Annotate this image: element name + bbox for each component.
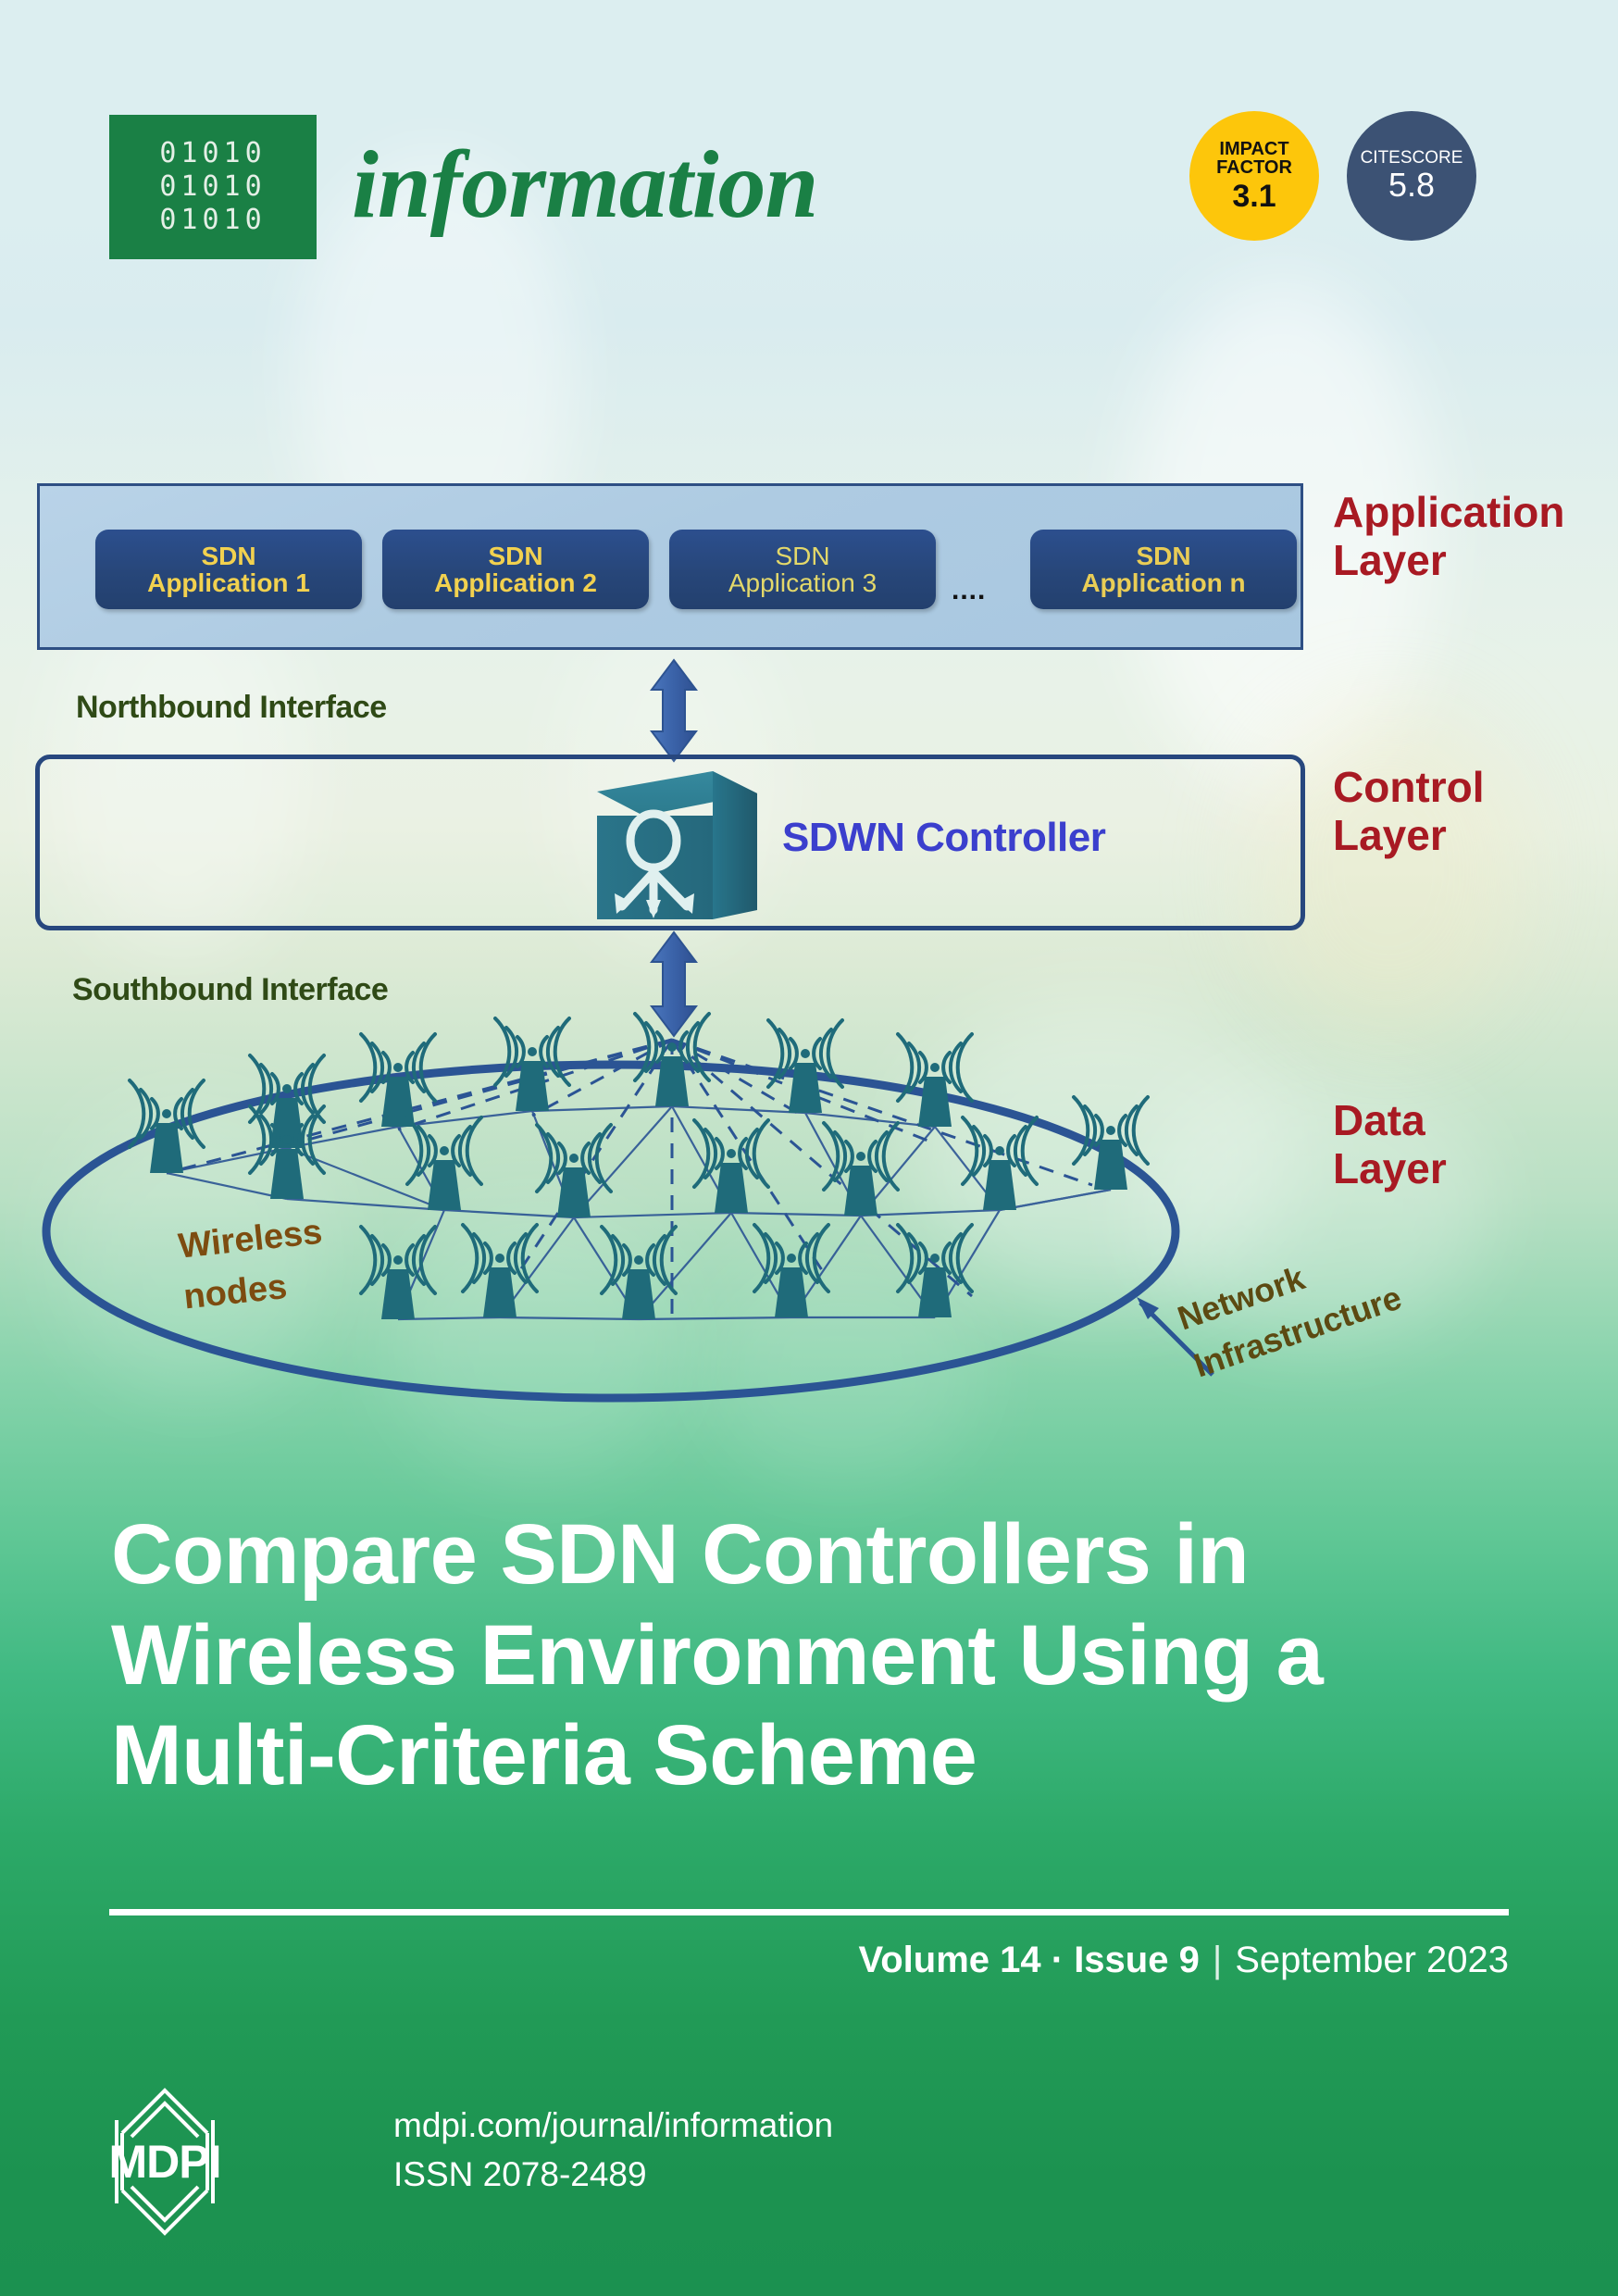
impact-factor-value: 3.1 — [1232, 178, 1276, 214]
issue-date: September 2023 — [1235, 1940, 1509, 1980]
mdpi-logo-icon: MDPI — [111, 2088, 222, 2236]
citescore-badge: CITESCORE 5.8 — [1347, 111, 1476, 241]
control-layer-label-line1: Control — [1333, 763, 1485, 811]
app-box-line2: Application 3 — [728, 568, 877, 597]
app-box-line2: Application 1 — [147, 568, 310, 597]
data-layer-label-line2: Layer — [1333, 1143, 1447, 1192]
journal-name: information — [352, 131, 818, 238]
control-layer-panel — [35, 755, 1305, 930]
application-layer-label: Application Layer — [1333, 488, 1611, 584]
data-layer-label-line1: Data — [1333, 1096, 1425, 1144]
application-layer-panel: SDN Application 1 SDN Application 2 SDN … — [37, 483, 1303, 650]
citescore-value: 5.8 — [1388, 166, 1436, 205]
sdn-application-n-box[interactable]: SDN Application n — [1030, 530, 1297, 609]
southbound-interface-label: Southbound Interface — [72, 972, 389, 1007]
citescore-label: CITESCORE — [1360, 147, 1463, 168]
binary-logo-icon: 01010 01010 01010 — [109, 115, 317, 259]
northbound-arrow-icon — [650, 658, 698, 763]
binary-row: 01010 — [159, 137, 267, 169]
app-box-line2: Application n — [1081, 568, 1246, 597]
southbound-arrow-icon — [650, 930, 698, 1038]
app-box-line2: Application 2 — [434, 568, 597, 597]
issue-separator: | — [1212, 1940, 1223, 1980]
issue-line: Volume 14 · Issue 9 | September 2023 — [859, 1940, 1509, 1980]
impact-factor-badge: IMPACT FACTOR 3.1 — [1189, 111, 1319, 241]
footer-text: mdpi.com/journal/information ISSN 2078-2… — [393, 2102, 833, 2199]
impact-factor-label-line1: IMPACT — [1219, 138, 1289, 159]
title-divider — [109, 1909, 1509, 1915]
sdn-application-3-box[interactable]: SDN Application 3 — [669, 530, 936, 609]
application-layer-label-line2: Layer — [1333, 535, 1447, 584]
app-box-line1: SDN — [201, 541, 256, 570]
journal-cover: 01010 01010 01010 information IMPACT FAC… — [0, 0, 1618, 2296]
cover-article-title[interactable]: Compare SDN Controllers in Wireless Envi… — [111, 1504, 1518, 1806]
control-layer-label-line2: Layer — [1333, 810, 1447, 859]
binary-row: 01010 — [159, 170, 267, 203]
app-box-line1: SDN — [1136, 541, 1191, 570]
impact-factor-label-line2: FACTOR — [1216, 157, 1292, 179]
app-box-line1: SDN — [488, 541, 543, 570]
binary-row: 01010 — [159, 204, 267, 236]
sdn-application-1-box[interactable]: SDN Application 1 — [95, 530, 362, 609]
sdwn-controller-label: SDWN Controller — [782, 815, 1106, 860]
svg-text:MDPI: MDPI — [111, 2136, 221, 2188]
issn: ISSN 2078-2489 — [393, 2154, 647, 2193]
sdn-application-2-box[interactable]: SDN Application 2 — [382, 530, 649, 609]
application-layer-label-line1: Application — [1333, 488, 1565, 536]
sdn-architecture-diagram: SDN Application 1 SDN Application 2 SDN … — [0, 458, 1618, 1458]
northbound-interface-label: Northbound Interface — [76, 690, 387, 725]
journal-url[interactable]: mdpi.com/journal/information — [393, 2102, 833, 2151]
data-layer-label: Data Layer — [1333, 1096, 1611, 1192]
app-box-line1: SDN — [775, 541, 830, 570]
control-layer-label: Control Layer — [1333, 763, 1611, 859]
volume-issue: Volume 14 · Issue 9 — [858, 1940, 1200, 1980]
app-ellipsis: .... — [952, 575, 987, 605]
